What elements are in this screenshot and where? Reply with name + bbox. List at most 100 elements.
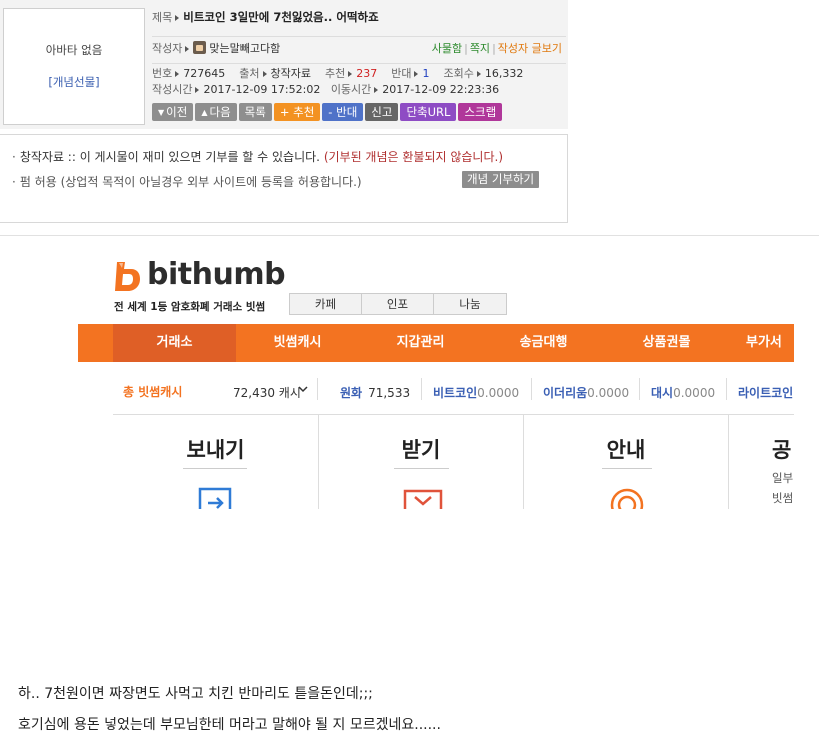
send-icon <box>198 487 232 509</box>
author-name[interactable]: 맞는말빼고다함 <box>209 42 280 55</box>
donation-notice: · 창작자료 :: 이 게시물이 재미 있으면 기부를 할 수 있습니다. (기부… <box>12 148 503 165</box>
tab-cafe[interactable]: 카페 <box>290 294 362 314</box>
divider <box>421 378 422 400</box>
locker-link[interactable]: 사물함 <box>432 42 462 55</box>
downvote-button-label: 반대 <box>336 105 358 119</box>
post-action-bar: ▼ 이전 ▲ 다음 목록 + 추천 - 반대 신고 단축URL 스크랩 <box>152 103 504 122</box>
arrow-right-icon <box>175 70 180 77</box>
nav-bithumb-cash[interactable]: 빗썸캐시 <box>236 324 359 362</box>
nav-wallet[interactable]: 지갑관리 <box>359 324 482 362</box>
views-count: 16,332 <box>484 67 524 80</box>
send-card[interactable]: 보내기 <box>113 415 319 509</box>
divider <box>639 378 640 400</box>
message-link[interactable]: 쪽지 <box>470 42 490 55</box>
bullet-icon: · <box>12 175 16 189</box>
currency-ltc: 라이트코인 <box>738 384 793 401</box>
donate-button[interactable]: 개념 기부하기 <box>462 171 540 188</box>
tab-share[interactable]: 나눔 <box>434 294 506 314</box>
nav-remittance[interactable]: 송금대행 <box>482 324 605 362</box>
currency-value: 0.0000 <box>477 386 520 400</box>
currency-btc: 비트코인0.0000 <box>433 384 519 401</box>
prev-label: 이전 <box>166 105 188 119</box>
card-underline <box>394 468 449 469</box>
card-underline <box>602 468 652 469</box>
divider <box>726 378 727 400</box>
downvote-count: 1 <box>422 67 430 80</box>
prev-button[interactable]: ▼ 이전 <box>152 103 194 121</box>
views-label: 조회수 <box>443 67 474 80</box>
caret-down-icon: ▼ <box>158 108 165 117</box>
arrow-right-icon <box>476 70 481 77</box>
card-underline <box>183 468 247 469</box>
repost-text: 펌 허용 (상업적 목적이 아닐경우 외부 사이트에 등록을 허용합니다.) <box>19 175 362 189</box>
minus-icon: - <box>328 105 337 119</box>
receive-card[interactable]: 받기 <box>319 415 524 509</box>
notice-line: 빗썸 <box>772 491 794 505</box>
gift-link[interactable]: [개념선물] <box>4 74 144 90</box>
currency-value: 0.0000 <box>587 386 630 400</box>
balance-bar: 총 빗썸캐시 72,430 캐시 원화 71,533 비트코인0.0000 이더리… <box>113 362 794 415</box>
arrow-right-icon <box>262 70 267 77</box>
logo-text: bithumb <box>147 257 286 292</box>
downvote-label: 반대 <box>391 67 412 80</box>
currency-name: 비트코인 <box>433 386 478 400</box>
source-label: 출처 <box>239 67 260 80</box>
balance-value: 72,430 캐시 <box>233 386 301 400</box>
moved-label: 이동시간 <box>330 83 372 96</box>
arrow-right-icon <box>175 14 180 21</box>
embedded-screenshot: bithumb 전 세계 1등 암호화폐 거래소 빗썸 카페 인포 나눔 거래소 빗… <box>78 241 794 509</box>
next-label: 다음 <box>209 105 231 119</box>
donation-warning: (기부된 개념은 환불되지 않습니다.) <box>323 150 503 164</box>
caret-up-icon: ▲ <box>201 108 208 117</box>
upvote-button[interactable]: + 추천 <box>273 103 321 121</box>
short-url-button[interactable]: 단축URL <box>400 103 457 121</box>
divider <box>531 378 532 400</box>
next-button[interactable]: ▲ 다음 <box>195 103 237 121</box>
currency-value: 71,533 <box>368 386 411 400</box>
chevron-down-icon[interactable] <box>298 384 308 394</box>
top-tabs: 카페 인포 나눔 <box>289 293 507 315</box>
arrow-right-icon <box>195 86 200 93</box>
avatar: 아바타 없음 [개념선물] <box>3 8 145 125</box>
post-meta: 제목 비트코인 3일만에 7천잃었음.. 어떡하죠 작성자 맞는말빼고다함 사물함 |… <box>152 0 566 100</box>
downvote-button[interactable]: - 반대 <box>322 103 364 121</box>
post-body-line: 하.. 7천원이면 짜장면도 사먹고 치킨 반마리도 튿을돈인데;;; <box>18 686 373 702</box>
donation-text: 창작자료 :: 이 게시물이 재미 있으면 기부를 할 수 있습니다. <box>19 150 320 164</box>
bithumb-logo-icon <box>115 262 140 291</box>
author-posts-link[interactable]: 작성자 글보기 <box>498 42 562 55</box>
currency-eth: 이더리움0.0000 <box>543 384 629 401</box>
divider <box>317 378 318 400</box>
upvote-button-label: 추천 <box>293 105 315 119</box>
arrow-right-icon <box>348 70 353 77</box>
guide-icon <box>610 488 644 509</box>
plus-icon: + <box>279 105 294 119</box>
user-level-icon <box>193 41 207 54</box>
main-nav: 거래소 빗썸캐시 지갑관리 송금대행 상품권몰 부가서 <box>78 324 794 362</box>
currency-name: 라이트코인 <box>738 386 794 400</box>
nav-extra[interactable]: 부가서 <box>746 324 794 362</box>
currency-name: 이더리움 <box>543 386 588 400</box>
title-label: 제목 <box>152 11 173 24</box>
post-number: 727645 <box>183 67 226 80</box>
post-title: 비트코인 3일만에 7천잃었음.. 어떡하죠 <box>183 10 379 24</box>
created-label: 작성시간 <box>152 83 193 96</box>
bullet-icon: · <box>12 150 16 164</box>
nav-exchange[interactable]: 거래소 <box>113 324 236 362</box>
notice-line: 일부 <box>772 471 794 485</box>
nav-giftcard[interactable]: 상품권몰 <box>605 324 728 362</box>
guide-card[interactable]: 안내 <box>524 415 729 509</box>
donation-box: · 창작자료 :: 이 게시물이 재미 있으면 기부를 할 수 있습니다. (기부… <box>0 134 568 223</box>
list-button[interactable]: 목록 <box>238 103 272 121</box>
moved-time: 2017-12-09 22:23:36 <box>382 83 500 96</box>
scrap-button[interactable]: 스크랩 <box>458 103 503 121</box>
currency-name: 대시 <box>651 386 674 400</box>
created-time: 2017-12-09 17:52:02 <box>203 83 321 96</box>
card-title: 받기 <box>401 438 441 462</box>
tab-info[interactable]: 인포 <box>362 294 434 314</box>
balance-label: 총 빗썸캐시 <box>123 385 183 399</box>
card-title: 안내 <box>606 438 646 462</box>
currency-value: 0.0000 <box>673 386 716 400</box>
report-button[interactable]: 신고 <box>365 103 399 121</box>
receive-icon <box>403 489 443 509</box>
post-header: 아바타 없음 [개념선물] 제목 비트코인 3일만에 7천잃었음.. 어떡하죠 작… <box>0 0 568 129</box>
